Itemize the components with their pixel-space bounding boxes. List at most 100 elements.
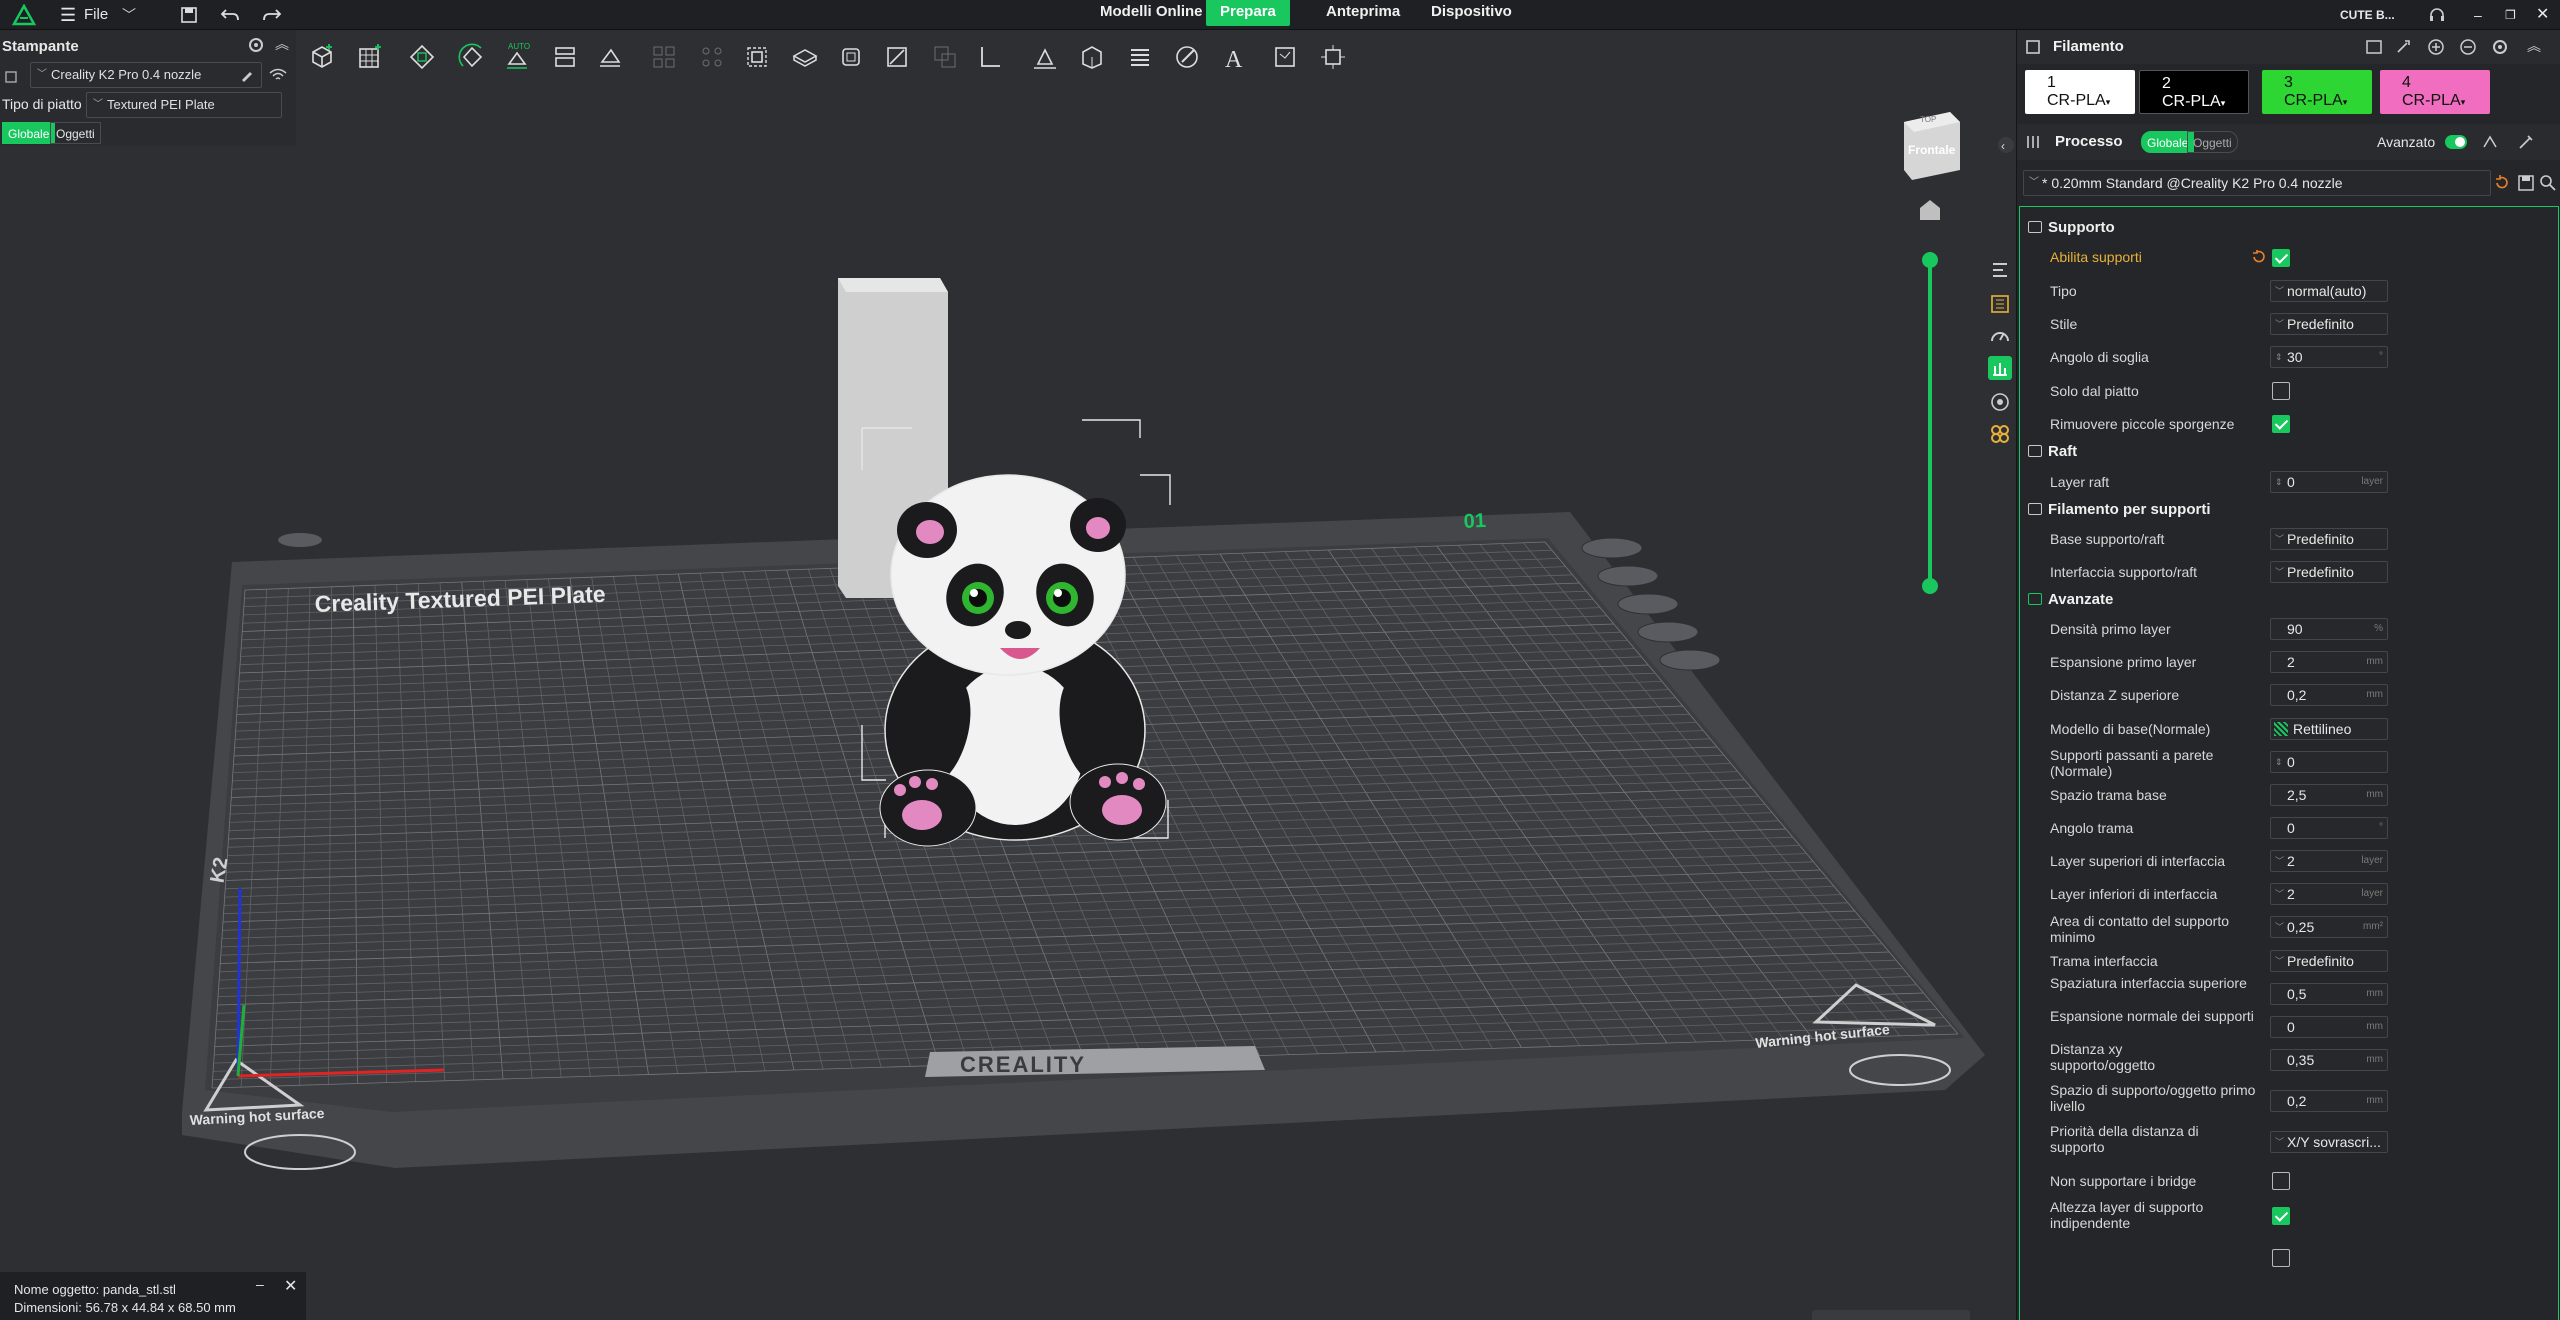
settings-list: Supporto Abilita supporti Tipo ﹀ normal(a…: [2019, 206, 2559, 1320]
reset-icon[interactable]: [2493, 174, 2511, 192]
select-interfaccia-supporto[interactable]: ﹀ Predefinito: [2270, 561, 2388, 583]
file-menu[interactable]: File: [84, 0, 108, 30]
label-stile: Stile: [2050, 316, 2078, 332]
undo-icon[interactable]: [220, 6, 240, 24]
reset-icon[interactable]: [2250, 249, 2266, 265]
collapse-icon[interactable]: ︽: [2527, 36, 2541, 56]
target-icon[interactable]: [1988, 390, 2012, 414]
label-layer-inf-int: Layer inferiori di interfaccia: [2050, 886, 2218, 902]
scope-global-toggle[interactable]: Globale: [2, 122, 56, 144]
save-icon[interactable]: [180, 6, 198, 24]
select-trama-interfaccia[interactable]: ﹀ Predefinito: [2270, 950, 2388, 972]
gear-icon[interactable]: [2491, 38, 2509, 56]
minimize-icon[interactable]: –: [256, 1276, 264, 1292]
label-altezza-layer: Altezza layer di supporto indipendente: [2050, 1199, 2204, 1231]
section-filamento-supporti: Filamento per supporti: [2028, 501, 2211, 518]
input-spazio-trama[interactable]: 2,5 mm: [2270, 784, 2388, 806]
advanced-toggle[interactable]: [2445, 135, 2467, 149]
quality-icon[interactable]: [1988, 292, 2012, 316]
3d-viewport[interactable]: Creality Textured PEI Plate 01 CREALITY …: [0, 30, 2016, 1320]
checkbox-altezza-layer[interactable]: [2272, 1207, 2290, 1225]
plate-type-select[interactable]: ﹀ Textured PEI Plate: [86, 92, 282, 118]
label-base-supporto: Base supporto/raft: [2050, 531, 2165, 547]
process-scope-objects[interactable]: Oggetti: [2187, 131, 2238, 153]
filament-settings-icon[interactable]: [2365, 38, 2383, 56]
select-base-supporto[interactable]: ﹀ Predefinito: [2270, 528, 2388, 550]
select-tipo[interactable]: ﹀ normal(auto): [2270, 280, 2388, 302]
align-icon[interactable]: [1988, 258, 2012, 282]
input-distanza-z[interactable]: 0,2 mm: [2270, 684, 2388, 706]
gear-icon[interactable]: [247, 36, 265, 54]
settings-panel: Filamento ︽ 1 CR-PLA▾ 2 CR-PLA▾ 3 CR-PLA▾ 4…: [2016, 30, 2560, 1320]
collapse-icon[interactable]: ︽: [275, 34, 289, 54]
sync-icon[interactable]: [2395, 38, 2413, 56]
tab-prepara[interactable]: Prepara: [1206, 0, 1290, 26]
svg-text:Frontale: Frontale: [1908, 143, 1956, 157]
slice-button[interactable]: [1812, 1310, 1970, 1320]
process-preset-value: * 0.20mm Standard @Creality K2 Pro 0.4 n…: [2042, 175, 2343, 191]
input-layer-sup-int[interactable]: ﹀ 2 layer: [2270, 850, 2388, 872]
printer-select[interactable]: ﹀ Creality K2 Pro 0.4 nozzle: [30, 62, 262, 88]
checkbox-solo-piatto[interactable]: [2272, 382, 2290, 400]
remove-filament-icon[interactable]: [2459, 38, 2477, 56]
input-layer-raft[interactable]: ⇕ 0 layer: [2270, 471, 2388, 493]
close-icon[interactable]: ✕: [2536, 0, 2549, 30]
headset-icon[interactable]: [2428, 6, 2446, 24]
build-plate-scene[interactable]: Creality Textured PEI Plate 01 CREALITY …: [0, 30, 2016, 1320]
process-title: Processo: [2055, 133, 2123, 150]
add-filament-icon[interactable]: [2427, 38, 2445, 56]
checkbox-next-row[interactable]: [2272, 1249, 2290, 1267]
filament-slot-2[interactable]: 2 CR-PLA▾: [2139, 70, 2249, 114]
filament-slot-1[interactable]: 1 CR-PLA▾: [2025, 70, 2135, 114]
chevron-down-icon[interactable]: ﹀: [122, 0, 136, 30]
process-preset-select[interactable]: ﹀ * 0.20mm Standard @Creality K2 Pro 0.4…: [2023, 170, 2491, 196]
input-area-contatto[interactable]: ﹀ 0,25 mm²: [2270, 916, 2388, 938]
creality-logo-icon[interactable]: [12, 4, 36, 26]
select-modello-base[interactable]: Rettilineo: [2270, 718, 2388, 740]
input-espansione[interactable]: 2 mm: [2270, 651, 2388, 673]
support-tab-icon[interactable]: [1988, 356, 2012, 380]
input-layer-inf-int[interactable]: ﹀ 2 layer: [2270, 883, 2388, 905]
wifi-icon[interactable]: [268, 67, 288, 83]
select-stile[interactable]: ﹀ Predefinito: [2270, 313, 2388, 335]
tab-dispositivo[interactable]: Dispositivo: [1417, 0, 1526, 26]
tab-anteprima[interactable]: Anteprima: [1312, 0, 1414, 26]
scope-objects-toggle[interactable]: Oggetti: [50, 122, 101, 144]
label-rimuovere: Rimuovere piccole sporgenze: [2050, 416, 2235, 432]
input-spazio-primo[interactable]: 0,2 mm: [2270, 1090, 2388, 1112]
redo-icon[interactable]: [262, 6, 282, 24]
filament-title: Filamento: [2053, 38, 2124, 55]
input-distanza-xy[interactable]: 0,35 mm: [2270, 1049, 2388, 1071]
label-spazio-trama: Spazio trama base: [2050, 787, 2167, 803]
input-supporti-parete[interactable]: ⇕ 0: [2270, 751, 2388, 773]
input-angolo-soglia[interactable]: ⇕ 30 °: [2270, 346, 2388, 368]
speed-icon[interactable]: [1988, 324, 2012, 348]
wand-icon[interactable]: [2517, 133, 2535, 151]
user-name[interactable]: CUTE B...: [2340, 0, 2395, 30]
input-spaziatura-int[interactable]: 0,5 mm: [2270, 983, 2388, 1005]
raft-section-icon: [2028, 445, 2042, 457]
edit-icon[interactable]: [240, 68, 254, 82]
minimize-icon[interactable]: –: [2474, 0, 2482, 30]
printer-icon: [5, 71, 17, 83]
filament-slot-4[interactable]: 4 CR-PLA▾: [2380, 70, 2490, 114]
tab-modelli-online[interactable]: Modelli Online: [1086, 0, 1217, 26]
checkbox-rimuovere[interactable]: [2272, 415, 2290, 433]
checkbox-non-bridge[interactable]: [2272, 1172, 2290, 1190]
input-espansione-normale[interactable]: 0 mm: [2270, 1016, 2388, 1038]
filament-slot-3[interactable]: 3 CR-PLA▾: [2262, 70, 2372, 114]
input-densita[interactable]: 90%: [2270, 618, 2388, 640]
label-trama-interfaccia: Trama interfaccia: [2050, 953, 2158, 969]
label-espansione-normale: Espansione normale dei supporti: [2050, 1008, 2254, 1024]
label-area-contatto: Area di contatto del supporto minimo: [2050, 913, 2230, 945]
search-icon[interactable]: [2539, 174, 2557, 192]
hamburger-menu-icon[interactable]: ☰: [60, 0, 76, 30]
compare-icon[interactable]: [2481, 133, 2499, 151]
multimaterial-icon[interactable]: [1988, 422, 2012, 446]
select-priorita[interactable]: ﹀ X/Y sovrascri...: [2270, 1131, 2388, 1153]
maximize-icon[interactable]: ❐: [2505, 0, 2516, 30]
checkbox-abilita-supporti[interactable]: [2272, 249, 2290, 267]
close-icon[interactable]: ✕: [284, 1276, 297, 1296]
input-angolo-trama[interactable]: 0 °: [2270, 817, 2388, 839]
save-preset-icon[interactable]: [2517, 174, 2535, 192]
